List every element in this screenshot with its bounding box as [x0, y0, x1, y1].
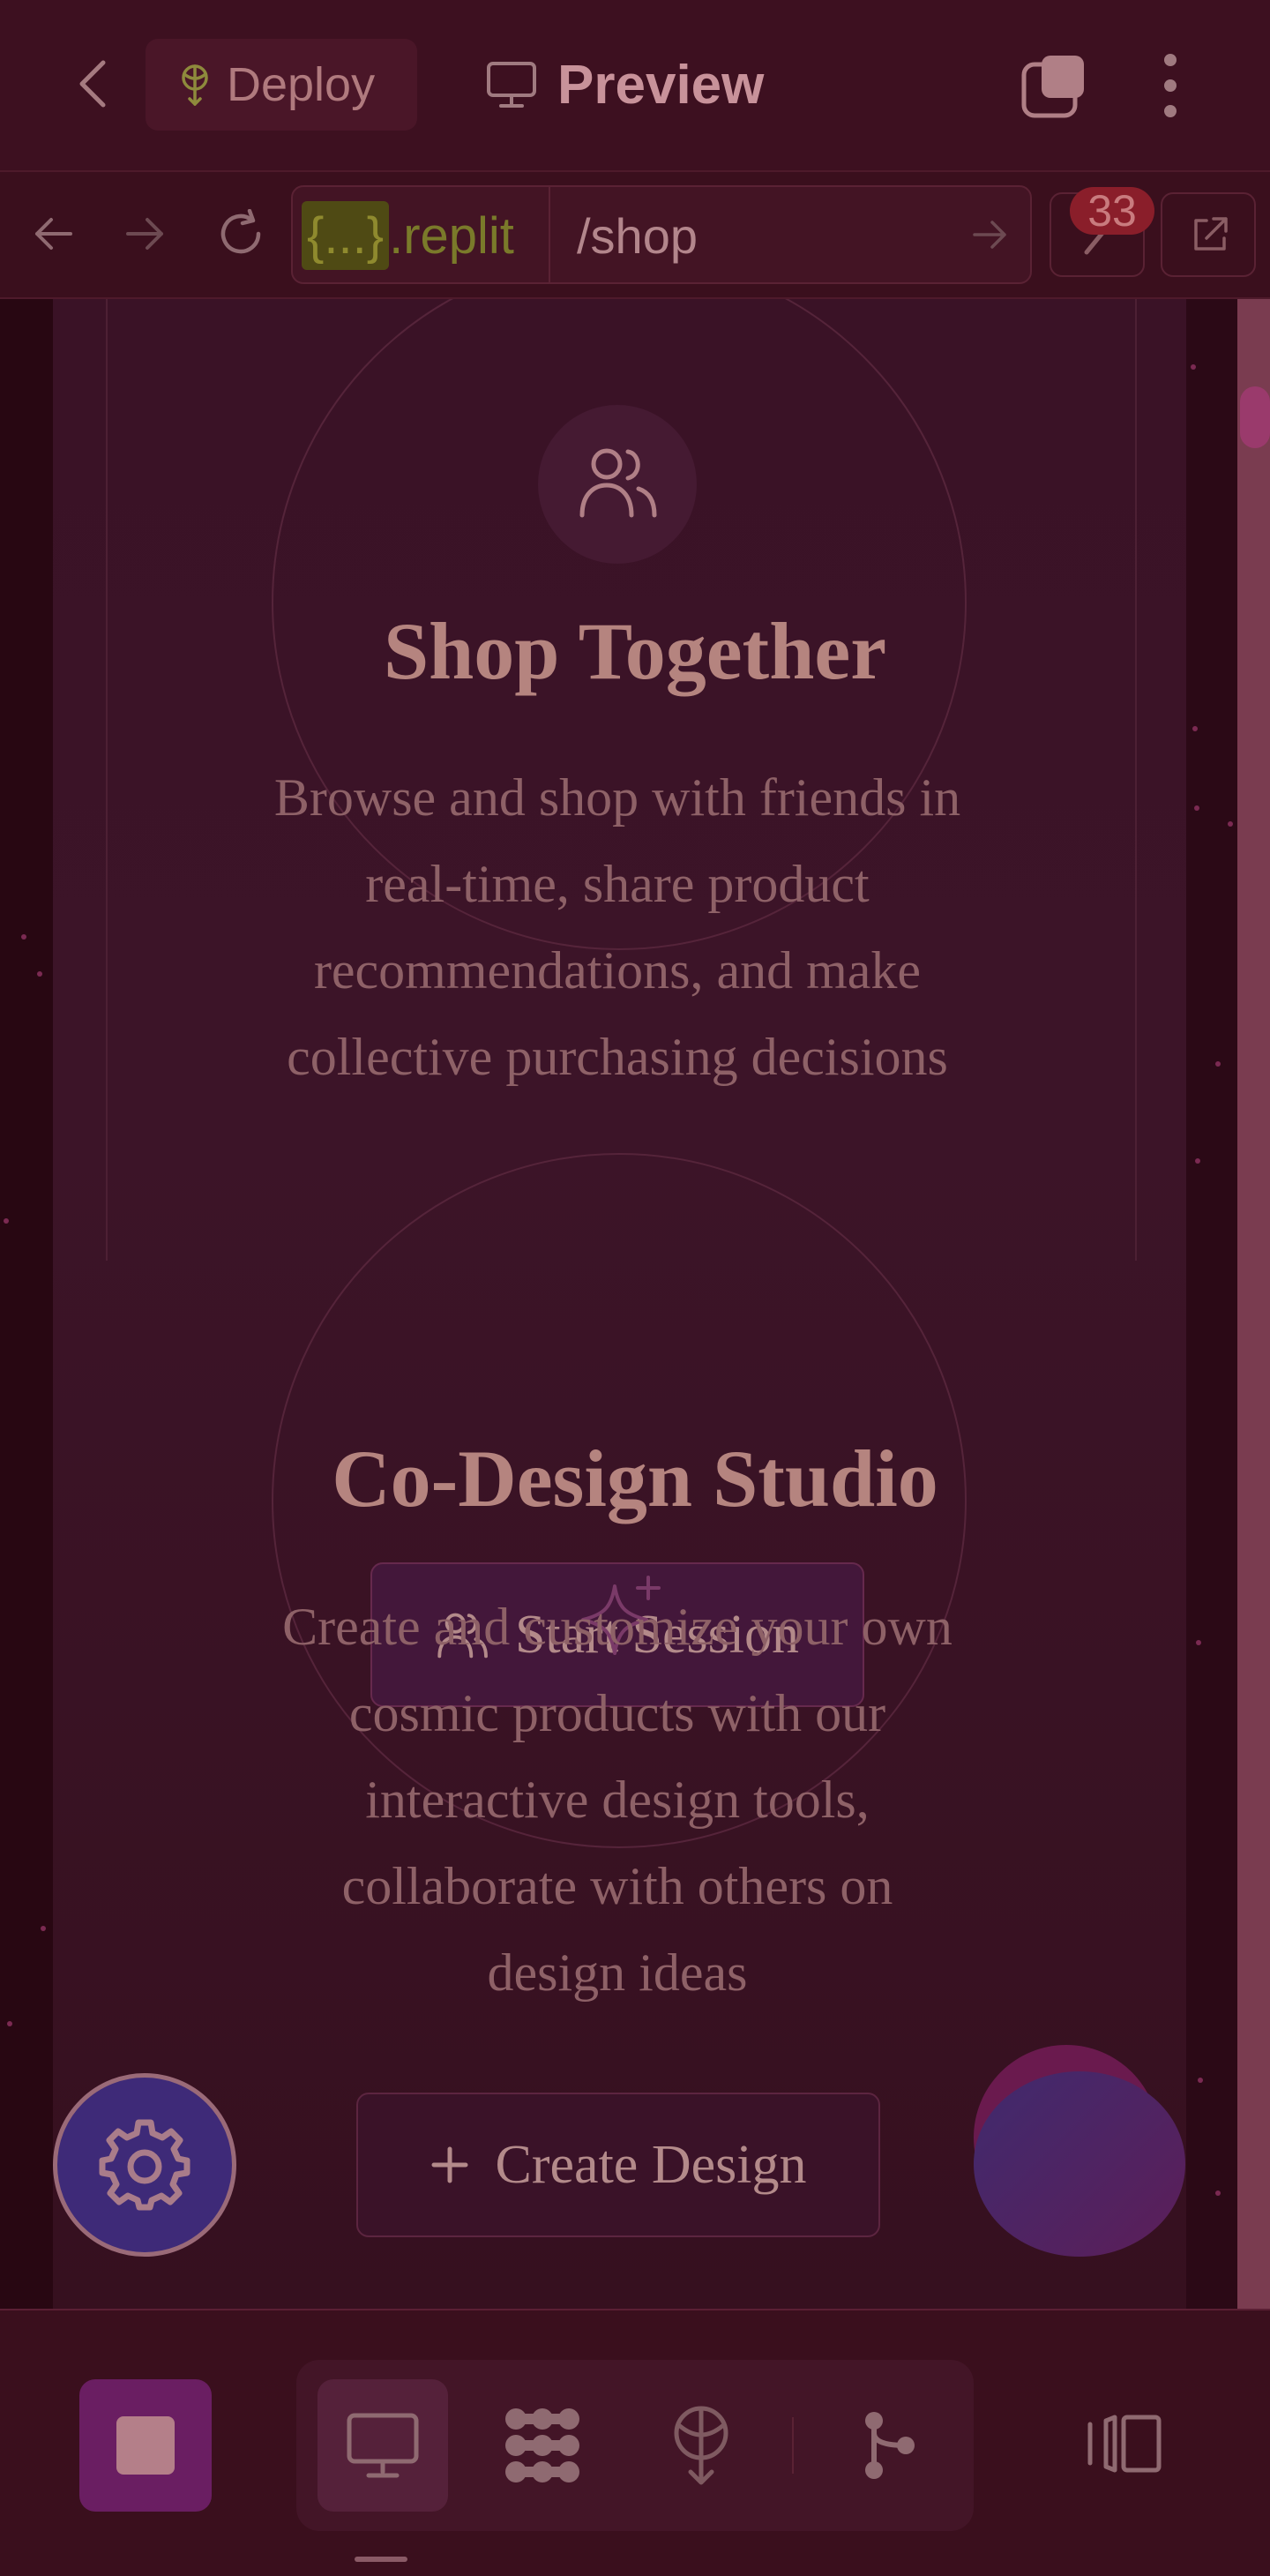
go-arrow-icon[interactable]	[968, 206, 1012, 263]
scrollbar-thumb[interactable]	[1240, 386, 1270, 448]
packages-icon[interactable]	[490, 2379, 594, 2512]
more-vertical-icon[interactable]	[1139, 46, 1201, 125]
stop-icon	[116, 2416, 175, 2475]
address-separator	[549, 187, 550, 282]
stop-button[interactable]	[79, 2379, 212, 2512]
plus-icon	[430, 2145, 469, 2184]
monitor-icon	[485, 60, 538, 109]
arrow-right-icon[interactable]	[119, 203, 172, 265]
page-edge-right	[1186, 299, 1237, 2309]
co-design-description: Create and customize your own cosmic pro…	[282, 1598, 952, 2002]
tool-divider	[792, 2417, 794, 2474]
users-icon	[573, 442, 661, 521]
shop-together-description: Browse and shop with friends in real-tim…	[273, 768, 961, 1086]
create-design-label: Create Design	[495, 2134, 807, 2195]
open-external-button[interactable]	[1161, 192, 1256, 277]
chat-fab[interactable]	[974, 2045, 1185, 2257]
tabs-icon[interactable]	[1014, 46, 1094, 125]
scrollbar-track[interactable]	[1237, 299, 1270, 2309]
preview-tab[interactable]: Preview	[485, 39, 764, 131]
back-button[interactable]	[62, 49, 123, 119]
monitor-icon[interactable]	[318, 2379, 448, 2512]
preview-label: Preview	[557, 54, 765, 116]
deploy-icon	[177, 64, 213, 106]
page-edge-left	[0, 299, 53, 2309]
chat-fab-front	[974, 2071, 1185, 2257]
reload-icon[interactable]	[210, 203, 272, 265]
git-branch-icon[interactable]	[838, 2379, 942, 2512]
deploy-label: Deploy	[227, 58, 376, 111]
home-indicator	[355, 2557, 407, 2562]
domain-host: .replit	[389, 206, 514, 265]
address-bar[interactable]: {...} .replit /shop	[291, 185, 1032, 284]
deploy-button[interactable]: Deploy	[146, 39, 417, 131]
co-design-title: Co-Design Studio	[332, 1434, 938, 1524]
shop-together-title: Shop Together	[383, 606, 887, 696]
preview-viewport: Shop Together Browse and shop with frien…	[0, 299, 1270, 2309]
external-link-icon	[1189, 213, 1231, 256]
address-domain: {...} .replit	[302, 201, 514, 270]
panel-layout-icon[interactable]	[1076, 2386, 1173, 2501]
create-design-button[interactable]: Create Design	[356, 2093, 880, 2237]
domain-brace: {...}	[302, 201, 390, 270]
gear-icon	[99, 2119, 190, 2211]
address-path: /shop	[577, 207, 698, 264]
deploy-icon[interactable]	[649, 2379, 753, 2512]
devtools-badge: 33	[1070, 186, 1154, 236]
settings-fab[interactable]	[53, 2073, 236, 2257]
arrow-left-icon[interactable]	[26, 203, 79, 265]
